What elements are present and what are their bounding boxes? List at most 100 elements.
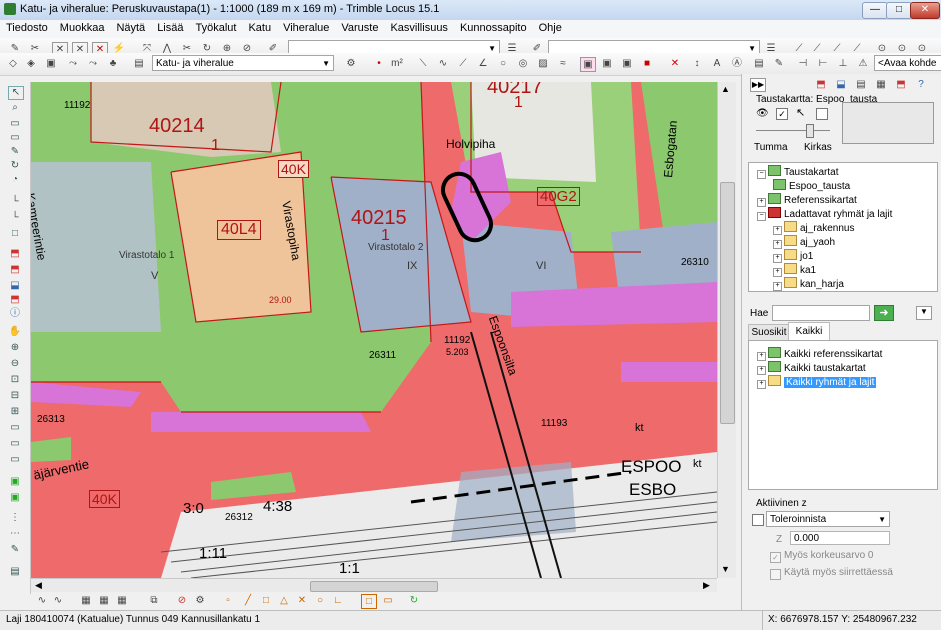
scroll-right-icon[interactable]: ▶ [703,580,710,591]
all-layers-tree[interactable]: + Kaikki referenssikartat + Kaikki taustak… [748,340,938,490]
menu-tiedosto[interactable]: Tiedosto [0,20,54,34]
square-tool2-icon[interactable]: □ [259,594,273,607]
search-go-icon[interactable]: ➜ [874,305,894,321]
line-tool-icon[interactable]: ⟍ [416,57,430,70]
snap2-icon[interactable]: ⤳ [86,57,100,70]
window2-icon[interactable]: ▭ [8,438,22,450]
wave-tool-icon[interactable]: ∿ [35,594,49,607]
opacity-slider-thumb[interactable] [806,124,814,138]
circle-tool2-icon[interactable]: ◎ [516,57,530,70]
box1-icon[interactable]: ▣ [580,57,596,72]
layer-tree[interactable]: − Taustakartat Espoo_tausta + Referenssika… [748,162,938,292]
pan-icon[interactable]: ✋ [8,326,22,338]
table-icon[interactable]: ▦ [79,594,93,607]
info-icon[interactable]: ⓘ [8,308,22,320]
eye-icon[interactable]: 👁 [756,108,769,119]
edit-icon[interactable]: ✎ [772,57,786,70]
warning-icon[interactable]: ⚠ [856,57,870,70]
corner2-icon[interactable]: └ [8,212,22,224]
chat-icon[interactable]: ◔ [8,174,22,186]
refresh-icon[interactable]: ↻ [8,160,22,172]
text-tool-icon[interactable]: A [710,57,724,70]
menu-tyokalut[interactable]: Työkalut [189,20,242,34]
grid2-icon[interactable]: ⋯ [8,528,22,540]
panel-tool-4-icon[interactable]: ▦ [874,78,888,91]
corner-icon[interactable]: └ [8,196,22,208]
zoom-out-icon[interactable]: ⊖ [8,358,22,370]
layer-icon[interactable]: ▤ [132,57,146,70]
tree-item-referenssikartat[interactable]: + Referenssikartat [757,193,857,207]
tree-item-ka1[interactable]: + ka1 [773,263,816,277]
tab-suosikit[interactable]: Suosikit [748,324,790,341]
grid-icon[interactable]: ⋮ [8,512,22,524]
z-value-input[interactable]: 0.000 [790,531,890,545]
zoom-prev-icon[interactable]: ⊟ [8,390,22,402]
scroll-down-icon[interactable]: ▼ [721,564,730,574]
visible-checkbox[interactable]: ✓ [776,108,788,120]
panel-tool-3-icon[interactable]: ▤ [854,78,868,91]
gear-icon[interactable]: ⚙ [193,594,207,607]
scroll-left-icon[interactable]: ◀ [35,580,42,591]
search-input[interactable] [772,305,870,321]
menu-muokkaa[interactable]: Muokkaa [54,20,111,34]
settings-icon[interactable]: ⚙ [344,57,358,70]
open-target-button[interactable]: <Avaa kohde [874,55,941,71]
tree-item-taustakartat[interactable]: − Taustakartat [757,165,838,179]
square-tool-icon[interactable]: ▫ [221,594,235,607]
diamond-icon[interactable]: ◇ [6,57,20,70]
map-vertical-scrollbar[interactable]: ▲ ▼ [717,82,736,578]
menu-nayta[interactable]: Näytä [110,20,151,34]
panel-tool-1-icon[interactable]: ⬒ [814,78,828,91]
window3-icon[interactable]: ▭ [8,454,22,466]
active-z-checkbox[interactable] [752,514,764,526]
tree2-item-referenssikartat[interactable]: + Kaikki referenssikartat [757,347,882,361]
select-arrow-icon[interactable]: ↖ [8,86,24,100]
opacity-slider-track[interactable] [756,130,830,131]
minimize-button[interactable]: — [862,2,888,19]
triangle-icon[interactable]: △ [277,594,291,607]
angle-icon[interactable]: ∠ [476,57,490,70]
tree-item-espoo-tausta[interactable]: Espoo_tausta [773,179,850,192]
tree-item-ladattavat[interactable]: − Ladattavat ryhmät ja lajit [757,207,892,221]
curve-icon[interactable]: ∿ [436,57,450,70]
snap-icon[interactable]: ⤳ [66,57,80,70]
doc-icon[interactable]: ▤ [8,566,22,578]
menu-varuste[interactable]: Varuste [335,20,384,34]
close-button[interactable]: ✕ [910,2,940,19]
menu-lisaa[interactable]: Lisää [151,20,189,34]
maximize-button[interactable]: □ [886,2,912,19]
tree-item-kan-harja[interactable]: + kan_harja [773,277,844,291]
zoom-in-icon[interactable]: ⊕ [8,342,22,354]
select-checkbox[interactable] [816,108,828,120]
bucket3-icon[interactable]: ⬓ [8,280,22,292]
tab-kaikki[interactable]: Kaikki [788,322,830,341]
tree-item-aj-rakennus[interactable]: + aj_rakennus [773,221,854,235]
map-canvas[interactable]: 40214 1 40217 1 40215 1 40L4 40K 40G2 Ho… [31,82,717,578]
box4-icon[interactable]: ■ [640,57,654,70]
hatch-icon[interactable]: ▨ [536,57,550,70]
circle-tool-icon[interactable]: ○ [496,57,510,70]
bucket2-icon[interactable]: ⬒ [8,264,22,276]
dim3-icon[interactable]: ⊥ [836,57,850,70]
tree2-item-taustakartat[interactable]: + Kaikki taustakartat [757,361,866,375]
circle-tool3-icon[interactable]: ○ [313,594,327,607]
green2-icon[interactable]: ▣ [8,492,22,504]
search-options-icon[interactable]: ▼ [916,306,932,320]
area-icon[interactable]: ▣ [44,57,58,70]
green-icon[interactable]: ▣ [8,476,22,488]
tree2-item-ryhmat[interactable]: + Kaikki ryhmät ja lajit [757,375,877,389]
paint-icon[interactable]: ✎ [8,146,22,158]
menu-ohje[interactable]: Ohje [533,20,568,34]
bucket-icon[interactable]: ⬒ [8,248,22,260]
tolerance-select[interactable]: Toleroinnista ▼ [766,511,890,527]
rect-highlight-icon[interactable]: □ [361,594,377,609]
panel-tool-2-icon[interactable]: ⬓ [834,78,848,91]
no-icon[interactable]: ⊘ [175,594,189,607]
dim-icon[interactable]: ⊣ [796,57,810,70]
table2-icon[interactable]: ▦ [97,594,111,607]
wave-tool2-icon[interactable]: ∿ [51,594,65,607]
rect-tool-icon[interactable]: ▭ [381,594,395,607]
help-icon[interactable]: ? [914,78,928,91]
bucket4-icon[interactable]: ⬒ [8,294,22,306]
move-icon[interactable]: ↕ [690,57,704,70]
